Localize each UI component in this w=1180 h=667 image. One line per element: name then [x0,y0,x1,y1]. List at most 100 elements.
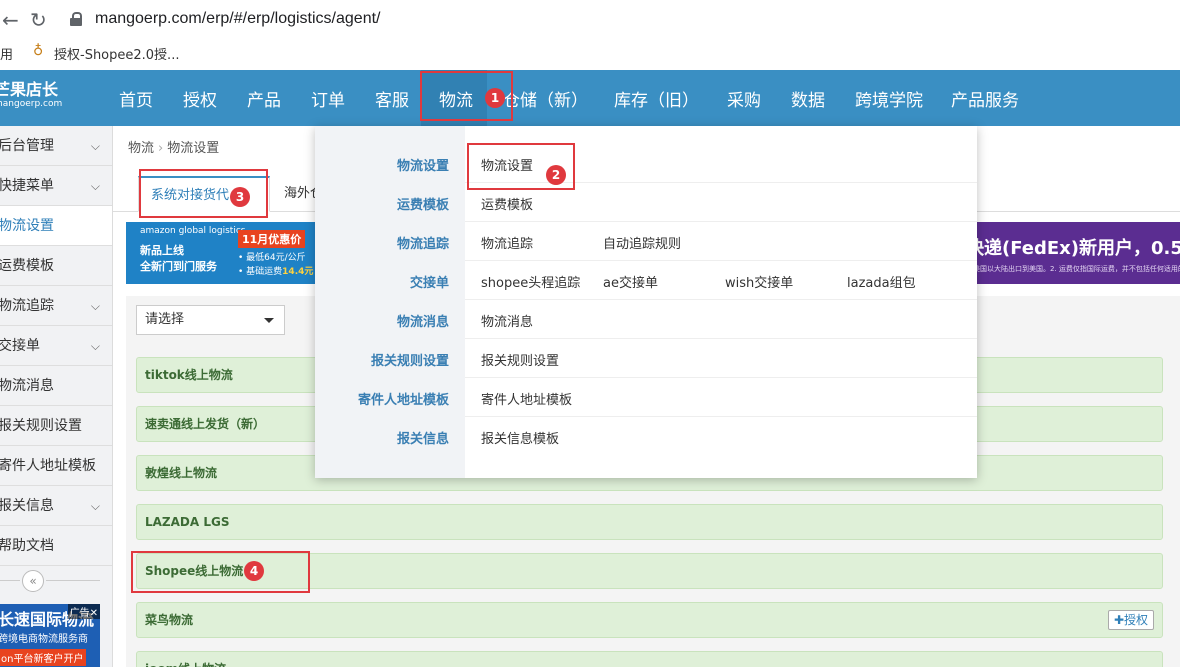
banner-line2: 全新门到门服务 [140,260,217,273]
top-navigation: 芒果店长 mangoerp.com 首页 授权 产品 订单 客服 物流 仓储（新… [0,70,1180,126]
dd-link-auto-tracking-rules[interactable]: 自动追踪规则 [603,233,681,252]
back-arrow-icon[interactable]: ← [2,8,19,32]
dd-link-messages[interactable]: 物流消息 [481,311,533,330]
sidebar-item-admin[interactable]: 后台管理 ⌵ [0,126,112,166]
nav-warehouse-new[interactable]: 仓储（新） [503,86,588,111]
nav-product-services[interactable]: 产品服务 [951,86,1019,111]
lock-icon [70,12,82,26]
divider [0,580,20,581]
sidebar-item-label: 报关规则设置 [0,418,82,434]
nav-academy[interactable]: 跨境学院 [855,86,923,111]
sidebar-item-label: 交接单 [0,338,40,354]
sidebar-item-help[interactable]: 帮助文档 [0,526,112,566]
sidebar-item-customs-rules[interactable]: 报关规则设置 [0,406,112,446]
nav-customer-service[interactable]: 客服 [375,86,409,111]
sidebar-item-shortcuts[interactable]: 快捷菜单 ⌵ [0,166,112,206]
chevron-down-icon: ⌵ [90,179,100,193]
banner-line1: 新品上线 [140,244,184,257]
dd-link-wish-handover[interactable]: wish交接单 [725,272,793,291]
sidebar-item-logistics-settings[interactable]: 物流设置 [0,206,112,246]
breadcrumb: 物流 › 物流设置 [128,137,219,156]
row-label: 菜鸟物流 [145,613,194,627]
dd-link-tracking[interactable]: 物流追踪 [481,233,533,252]
amazon-logistics-banner[interactable]: amazon global logistics 新品上线 全新门到门服务 11月… [126,222,322,284]
sidebar-item-tracking[interactable]: 物流追踪 ⌵ [0,286,112,326]
fedex-fineprint: …美国以大陆出口到美国。2. 运费仅指国际运费，并不包括任何适用的附加费、税费、… [966,265,1180,273]
banner-promo: 11月优惠价 [238,230,306,248]
banner-price1: • 最低64元/公斤 [238,253,306,263]
divider [465,377,977,378]
dd-link-customs-rules[interactable]: 报关规则设置 [481,350,559,369]
ad-subtitle: 跨境电商物流服务商 [0,634,88,645]
nav-authorization[interactable]: 授权 [183,86,217,111]
breadcrumb-separator-icon: › [158,141,164,156]
dd-link-sender-address[interactable]: 寄件人地址模板 [481,389,572,408]
divider [465,221,977,222]
sidebar-item-handover[interactable]: 交接单 ⌵ [0,326,112,366]
dd-category-customs-rules: 报关规则设置 [370,354,449,369]
dd-category-sender-address: 寄件人地址模板 [357,393,449,408]
dd-category-logistics-settings: 物流设置 [396,159,449,174]
sidebar-item-label: 物流消息 [0,378,54,394]
logistics-row-lazada[interactable]: LAZADA LGS [136,504,1163,540]
collapse-sidebar-button[interactable]: « [22,570,44,592]
bookmark-shopee-auth[interactable]: 授权-Shopee2.0授... [54,44,179,63]
fedex-banner[interactable]: 快递(FedEx)新用户，0.5公 …美国以大陆出口到美国。2. 运费仅指国际运… [962,222,1180,284]
nav-purchasing[interactable]: 采购 [727,86,761,111]
sidebar-ad[interactable]: 长速国际物流 跨境电商物流服务商 on平台新客户开户 广告✕ [0,604,100,667]
chevron-down-icon: ⌵ [90,339,100,353]
banner-price2-value: 14.4元 [282,267,314,277]
reload-icon[interactable]: ↻ [30,8,47,32]
url-text[interactable]: mangoerp.com/erp/#/erp/logistics/agent/ [95,10,380,28]
dropdown-category-column [315,126,465,478]
authorize-button[interactable]: ✚授权 [1107,610,1154,630]
sidebar-item-label: 寄件人地址模板 [0,458,96,474]
page: { "browser": { "url": "mangoerp.com/erp/… [0,0,1180,667]
dd-link-ae-handover[interactable]: ae交接单 [603,272,658,291]
dd-category-messages: 物流消息 [396,315,449,330]
platform-select[interactable]: 请选择 [136,305,285,335]
sidebar-item-messages[interactable]: 物流消息 [0,366,112,406]
sidebar-item-customs-info[interactable]: 报关信息 ⌵ [0,486,112,526]
divider [46,580,100,581]
nav-data[interactable]: 数据 [791,86,825,111]
sidebar-item-label: 运费模板 [0,258,54,274]
dd-link-lazada-package[interactable]: lazada组包 [847,272,916,291]
bookmark-apps[interactable]: 应用 [0,44,13,63]
logistics-dropdown-menu: 物流设置 物流设置 运费模板 运费模板 物流追踪 物流追踪 自动追踪规则 交接单… [315,126,977,478]
dd-link-freight-template[interactable]: 运费模板 [481,194,533,213]
nav-home[interactable]: 首页 [119,86,153,111]
dd-link-shopee-firstleg[interactable]: shopee头程追踪 [481,272,580,291]
dd-category-customs-info: 报关信息 [396,432,449,447]
nav-orders[interactable]: 订单 [311,86,345,111]
nav-products[interactable]: 产品 [247,86,281,111]
annotation-badge-3: 3 [230,187,250,207]
logistics-row-cainiao[interactable]: 菜鸟物流 ✚授权 [136,602,1163,638]
logo-title: 芒果店长 [0,80,59,99]
logo[interactable]: 芒果店长 mangoerp.com [0,82,62,109]
annotation-badge-1: 1 [485,88,505,108]
breadcrumb-logistics[interactable]: 物流 [128,141,154,156]
sidebar-item-label: 后台管理 [0,138,54,154]
annotation-box-4 [131,551,310,593]
chevron-down-icon: ⌵ [90,499,100,513]
select-value: 请选择 [145,312,185,327]
banner-price2-label: • 基础运费 [238,267,283,277]
dd-category-freight-template: 运费模板 [396,198,449,213]
sidebar-item-label: 帮助文档 [0,538,54,554]
divider [465,260,977,261]
sidebar-item-label: 物流追踪 [0,298,54,314]
bookmarks-bar: 应用 ♁ 授权-Shopee2.0授... [0,40,1180,70]
sidebar-item-label: 快捷菜单 [0,178,54,194]
sidebar-item-freight-template[interactable]: 运费模板 [0,246,112,286]
nav-inventory-old[interactable]: 库存（旧） [614,86,699,111]
fedex-headline: 快递(FedEx)新用户，0.5公 [966,238,1180,259]
logo-subtitle: mangoerp.com [0,99,63,109]
sidebar-item-sender-address[interactable]: 寄件人地址模板 [0,446,112,486]
divider [465,416,977,417]
ad-close-tag[interactable]: 广告✕ [67,604,100,619]
chevron-down-icon: ⌵ [90,299,100,313]
banner-brand: amazon global logistics [140,226,246,236]
dd-link-customs-info-template[interactable]: 报关信息模板 [481,428,559,447]
logistics-row-joom[interactable]: joom线上物流 [136,651,1163,667]
